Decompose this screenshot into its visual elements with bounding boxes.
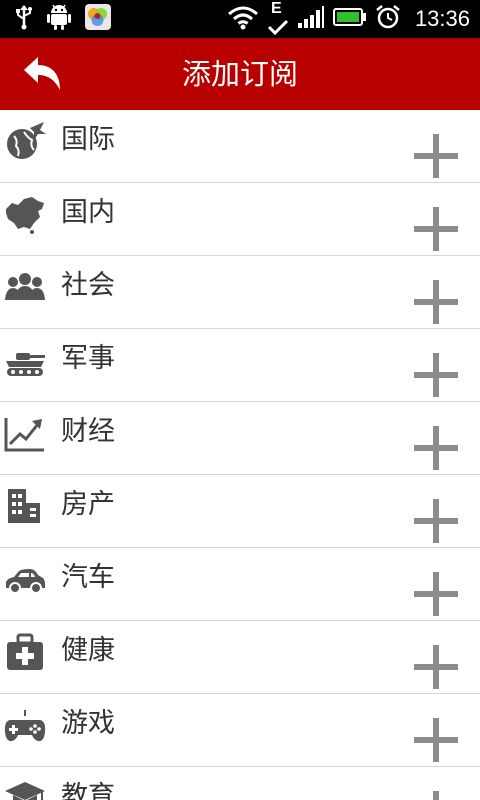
plus-icon[interactable] <box>414 207 458 251</box>
status-time: 13:36 <box>414 6 470 31</box>
status-bar: E 13:36 <box>0 0 480 38</box>
plus-icon[interactable] <box>414 499 458 543</box>
battery-icon <box>332 7 367 31</box>
building-icon <box>8 489 40 523</box>
category-row-international[interactable]: 国际 <box>0 110 480 183</box>
plus-icon[interactable] <box>414 645 458 689</box>
people-group-icon <box>5 273 45 300</box>
plus-icon[interactable] <box>414 353 458 397</box>
plus-icon[interactable] <box>414 572 458 616</box>
category-label: 房产 <box>61 489 115 520</box>
category-label: 教育 <box>61 781 115 800</box>
category-row-military[interactable]: 军事 <box>0 329 480 402</box>
category-label: 健康 <box>61 635 115 666</box>
plus-icon[interactable] <box>414 134 458 178</box>
category-label: 财经 <box>61 416 115 447</box>
category-label: 游戏 <box>61 708 115 739</box>
graduation-cap-icon <box>5 782 45 800</box>
category-list: 国际 国内 社会 军事 财经 房产 汽车 健康 游戏 教育 <box>0 110 480 800</box>
usb-icon <box>14 4 34 34</box>
gamepad-icon <box>4 710 46 742</box>
network-type-label: E <box>270 0 282 17</box>
category-label: 军事 <box>61 343 115 374</box>
photo-app-icon <box>84 3 112 35</box>
category-label: 社会 <box>61 270 115 301</box>
alarm-icon <box>375 4 401 34</box>
category-row-health[interactable]: 健康 <box>0 621 480 694</box>
category-row-domestic[interactable]: 国内 <box>0 183 480 256</box>
check-icon <box>267 19 288 35</box>
app-header: 添加订阅 <box>0 38 480 110</box>
android-debug-icon <box>46 3 72 35</box>
category-label: 汽车 <box>61 562 115 593</box>
car-icon <box>6 569 45 594</box>
signal-icon <box>297 5 325 33</box>
network-type-indicator: E <box>267 0 289 36</box>
tank-icon <box>6 353 45 376</box>
category-row-education[interactable]: 教育 <box>0 767 480 800</box>
medical-kit-icon <box>7 633 43 670</box>
plus-icon[interactable] <box>414 791 458 800</box>
globe-plane-icon <box>7 122 46 159</box>
system-indicators: E 13:36 <box>227 0 470 36</box>
back-arrow-icon <box>24 57 60 90</box>
back-button[interactable] <box>14 50 70 98</box>
notification-icons <box>14 4 112 34</box>
category-row-society[interactable]: 社会 <box>0 256 480 329</box>
plus-icon[interactable] <box>414 280 458 324</box>
category-label: 国内 <box>61 197 115 228</box>
plus-icon[interactable] <box>414 718 458 762</box>
category-row-games[interactable]: 游戏 <box>0 694 480 767</box>
china-map-icon <box>6 197 44 234</box>
category-row-finance[interactable]: 财经 <box>0 402 480 475</box>
wifi-icon <box>227 4 259 34</box>
page-title: 添加订阅 <box>181 57 298 91</box>
category-row-real-estate[interactable]: 房产 <box>0 475 480 548</box>
category-label: 国际 <box>61 124 115 155</box>
category-row-auto[interactable]: 汽车 <box>0 548 480 621</box>
trend-chart-icon <box>4 418 44 452</box>
plus-icon[interactable] <box>414 426 458 470</box>
